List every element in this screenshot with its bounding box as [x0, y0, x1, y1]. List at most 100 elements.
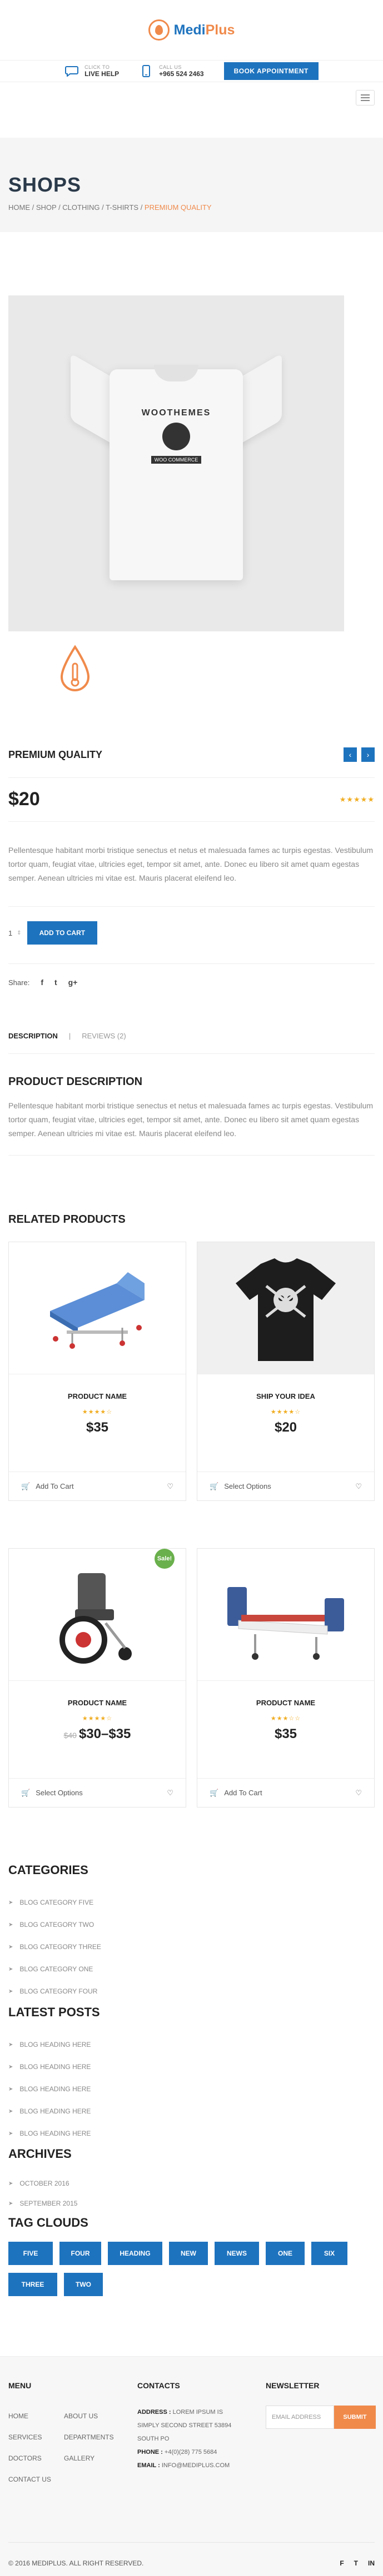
footer-link-contact[interactable]: CONTACT US — [8, 2475, 64, 2483]
product-name[interactable]: SHIP YOUR IDEA — [197, 1392, 374, 1400]
footer-newsletter-heading: NEWSLETTER — [266, 2381, 320, 2390]
prev-product-button[interactable]: ‹ — [344, 747, 357, 762]
stepper-arrows-icon[interactable]: ⇕ — [17, 930, 21, 936]
site-logo[interactable]: MediPlus — [0, 0, 383, 60]
category-link[interactable]: ➤ BLOG CATEGORY THREE — [8, 1936, 101, 1958]
tab-reviews[interactable]: REVIEWS (2) — [82, 1032, 126, 1040]
product-main-image[interactable]: WOOTHEMES WOO COMMERCE — [8, 295, 344, 631]
share-label: Share: — [8, 978, 30, 987]
call-us-link[interactable]: CALL US +965 524 2463 — [139, 64, 204, 78]
tag-button[interactable]: NEWS — [215, 2242, 259, 2265]
twitter-icon[interactable]: t — [54, 978, 57, 987]
archive-link[interactable]: ➤ OCTOBER 2016 — [8, 2173, 77, 2193]
add-to-cart-link[interactable]: 🛒 Add To Cart — [21, 1482, 74, 1491]
category-link[interactable]: ➤ BLOG CATEGORY ONE — [8, 1958, 101, 1980]
site-footer: MENU HOME ABOUT US SERVICES DEPARTMENTS … — [0, 2356, 383, 2576]
google-plus-icon[interactable]: g+ — [68, 978, 78, 987]
facebook-icon[interactable]: f — [340, 2559, 344, 2567]
arrow-bullet-icon: ➤ — [8, 2108, 13, 2115]
product-name[interactable]: PRODUCT NAME — [9, 1392, 186, 1400]
linkedin-icon[interactable]: in — [368, 2559, 375, 2567]
arrow-bullet-icon: ➤ — [8, 2200, 13, 2207]
wishlist-heart-icon[interactable]: ♡ — [355, 1482, 362, 1491]
tag-button[interactable]: HEADING — [108, 2242, 162, 2265]
post-link[interactable]: ➤ BLOG HEADING HERE — [8, 2033, 91, 2056]
footer-link-doctors[interactable]: DOCTORS — [8, 2454, 64, 2462]
cart-icon: 🛒 — [210, 1482, 219, 1490]
breadcrumb-shop[interactable]: SHOP — [36, 203, 57, 212]
product-card[interactable]: PRODUCT NAME ★★★☆☆ $35 🛒 Add To Cart ♡ — [197, 1548, 375, 1807]
tag-button[interactable]: NEW — [169, 2242, 208, 2265]
product-image[interactable] — [197, 1242, 374, 1374]
archive-link[interactable]: ➤ SEPTEMBER 2015 — [8, 2193, 77, 2213]
page-title-section: SHOPS HOME / SHOP / CLOTHING / T-SHIRTS … — [0, 138, 383, 232]
category-link[interactable]: ➤ BLOG CATEGORY TWO — [8, 1914, 101, 1936]
product-name[interactable]: PRODUCT NAME — [9, 1699, 186, 1707]
quantity-stepper[interactable]: 1 ⇕ — [8, 929, 22, 937]
select-options-link[interactable]: 🛒 Select Options — [210, 1482, 271, 1491]
cart-icon: 🛒 — [21, 1788, 31, 1797]
tshirt-image: WOOTHEMES WOO COMMERCE — [71, 347, 282, 580]
old-price: $40 — [63, 1731, 77, 1740]
post-link[interactable]: ➤ BLOG HEADING HERE — [8, 2078, 91, 2100]
arrow-bullet-icon: ➤ — [8, 1899, 13, 1906]
add-to-cart-button[interactable]: ADD TO CART — [27, 921, 98, 945]
product-image[interactable] — [9, 1242, 186, 1374]
copyright-bar: © 2016 MEDIPLUS. ALL RIGHT RESERVED. f t… — [8, 2542, 375, 2567]
facebook-icon[interactable]: f — [41, 978, 43, 987]
product-price: $40 $30–$35 — [63, 1726, 131, 1741]
tag-button[interactable]: FOUR — [59, 2242, 101, 2265]
footer-contact-info: ADDRESS : LOREM IPSUM IS SIMPLY SECOND S… — [137, 2409, 232, 2469]
next-product-button[interactable]: › — [361, 747, 375, 762]
arrow-bullet-icon: ➤ — [8, 2086, 13, 2092]
wishlist-heart-icon[interactable]: ♡ — [355, 1789, 362, 1797]
product-card[interactable]: Sale! PRODUCT NAME ★★★★☆ $40 $30–$35 🛒 Sel… — [8, 1548, 186, 1807]
tag-button[interactable]: TWO — [64, 2273, 103, 2296]
post-link[interactable]: ➤ BLOG HEADING HERE — [8, 2100, 91, 2122]
add-to-cart-link[interactable]: 🛒 Add To Cart — [210, 1789, 262, 1797]
category-link[interactable]: ➤ BLOG CATEGORY FOUR — [8, 1980, 101, 2002]
footer-link-home[interactable]: HOME — [8, 2412, 64, 2420]
post-link[interactable]: ➤ BLOG HEADING HERE — [8, 2122, 91, 2145]
product-image[interactable] — [197, 1549, 374, 1680]
related-products-heading: RELATED PRODUCTS — [8, 1213, 126, 1226]
page-title: SHOPS — [8, 173, 82, 196]
product-thumbnail[interactable] — [56, 642, 94, 697]
product-rating-stars: ★★★★☆ — [82, 1715, 113, 1722]
shirt-print-top: WOOTHEMES — [141, 408, 211, 418]
post-link[interactable]: ➤ BLOG HEADING HERE — [8, 2056, 91, 2078]
product-description: Pellentesque habitant morbi tristique se… — [8, 1099, 375, 1156]
twitter-icon[interactable]: t — [354, 2559, 358, 2567]
product-card[interactable]: PRODUCT NAME ★★★★☆ $35 🛒 Add To Cart ♡ — [8, 1242, 186, 1501]
product-price: $35 — [86, 1420, 109, 1435]
tag-clouds-heading: TAG CLOUDS — [8, 2216, 88, 2229]
footer-link-about[interactable]: ABOUT US — [64, 2412, 114, 2420]
product-name[interactable]: PRODUCT NAME — [197, 1699, 374, 1707]
product-price: $35 — [274, 1726, 297, 1741]
product-image[interactable]: Sale! — [9, 1549, 186, 1680]
tab-description[interactable]: DESCRIPTION — [8, 1032, 58, 1040]
tag-button[interactable]: FIVE — [8, 2242, 53, 2265]
product-rating-stars: ★★★★★ — [339, 795, 375, 804]
wishlist-heart-icon[interactable]: ♡ — [167, 1789, 173, 1797]
tag-button[interactable]: SIX — [311, 2242, 347, 2265]
wishlist-heart-icon[interactable]: ♡ — [167, 1482, 173, 1491]
tag-button[interactable]: ONE — [266, 2242, 305, 2265]
email-link[interactable]: INFO@MEDIPLUS.COM — [162, 2462, 230, 2469]
tag-button[interactable]: THREE — [8, 2273, 57, 2296]
category-link[interactable]: ➤ BLOG CATEGORY FIVE — [8, 1891, 101, 1914]
footer-link-departments[interactable]: DEPARTMENTS — [64, 2433, 114, 2441]
share-bar: Share: f t g+ — [8, 978, 77, 987]
breadcrumb-home[interactable]: HOME — [8, 203, 30, 212]
footer-link-services[interactable]: SERVICES — [8, 2433, 64, 2441]
product-card[interactable]: SHIP YOUR IDEA ★★★★☆ $20 🛒 Select Options… — [197, 1242, 375, 1501]
newsletter-submit-button[interactable]: SUBMIT — [334, 2406, 376, 2429]
newsletter-email-input[interactable]: EMAIL ADDRESS — [266, 2406, 334, 2429]
footer-link-gallery[interactable]: GALLERY — [64, 2454, 114, 2462]
select-options-link[interactable]: 🛒 Select Options — [21, 1789, 83, 1797]
live-help-link[interactable]: CLICK TO LIVE HELP — [64, 64, 119, 78]
breadcrumb-clothing[interactable]: CLOTHING — [62, 203, 100, 212]
breadcrumb-tshirts[interactable]: T-SHIRTS — [106, 203, 138, 212]
book-appointment-button[interactable]: BOOK APPOINTMENT — [223, 62, 319, 80]
menu-toggle-icon[interactable] — [356, 90, 375, 106]
